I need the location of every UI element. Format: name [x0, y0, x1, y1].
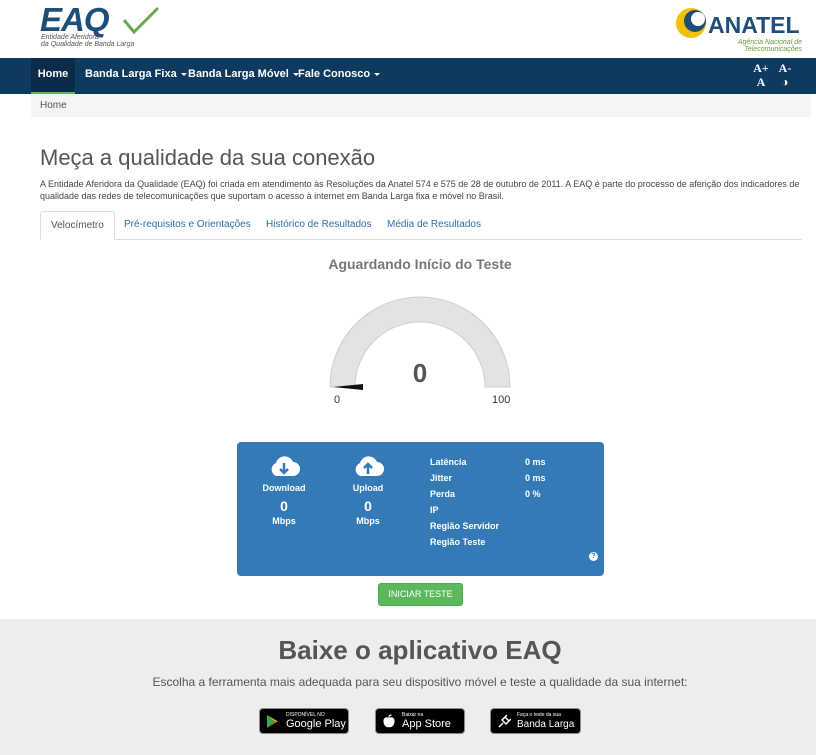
- banda-larga-big-text: Banda Larga: [517, 719, 575, 730]
- download-label: Download: [262, 483, 306, 493]
- app-download-footer: Baixe o aplicativo EAQ Escolha a ferrame…: [0, 619, 816, 755]
- anatel-logo-text: ANATEL: [708, 12, 800, 38]
- nav-banda-larga-movel-label: Banda Larga Móvel: [188, 68, 289, 80]
- stat-perda-value: 0 %: [525, 489, 541, 499]
- footer-title: Baixe o aplicativo EAQ: [278, 635, 562, 665]
- nav-fale-conosco-label: Fale Conosco: [298, 68, 371, 80]
- tab-historico[interactable]: Histórico de Resultados: [256, 211, 382, 240]
- gauge-status: Aguardando Início do Teste: [328, 256, 512, 272]
- stat-latencia-value: 0 ms: [525, 457, 546, 467]
- eaq-logo[interactable]: EAQ Entidade Aferidora da Qualidade de B…: [40, 1, 161, 50]
- stat-jitter-value: 0 ms: [525, 473, 546, 483]
- cloud-upload-icon: [355, 456, 384, 476]
- stat-jitter-label: Jitter: [430, 473, 453, 483]
- anatel-emblem-icon: [676, 8, 706, 38]
- stat-latencia-label: Latência: [430, 457, 467, 467]
- gauge-value: 0: [412, 358, 428, 388]
- anatel-logo-subtitle: Agência Nacional de Telecomunicações: [737, 39, 802, 53]
- plug-icon: [498, 714, 511, 728]
- breadcrumb: Home: [31, 94, 811, 117]
- upload-unit: Mbps: [356, 516, 380, 526]
- tab-media[interactable]: Média de Resultados: [377, 211, 491, 240]
- site-header: EAQ Entidade Aferidora da Qualidade de B…: [0, 0, 816, 58]
- font-size-controls-left: A+ A: [750, 61, 772, 89]
- chevron-down-icon: [180, 72, 187, 76]
- app-store-big-text: App Store: [402, 718, 451, 730]
- nav-banda-larga-fixa-label: Banda Larga Fixa: [85, 68, 177, 80]
- stat-ip-label: IP: [430, 505, 439, 515]
- app-store-badge[interactable]: Baixar na App Store: [375, 708, 465, 734]
- stat-perda-label: Perda: [430, 489, 456, 499]
- nav-banda-larga-movel[interactable]: Banda Larga Móvel: [188, 58, 299, 94]
- tab-pre-requisitos[interactable]: Pré-requisitos e Orientações: [114, 211, 261, 240]
- google-play-big-text: Google Play: [286, 718, 346, 730]
- eaq-logo-subtitle-line2: da Qualidade de Banda Larga: [41, 41, 135, 48]
- nav-home[interactable]: Home: [31, 58, 75, 94]
- tab-velocimetro[interactable]: Velocímetro: [40, 211, 115, 240]
- stat-regiao-servidor-label: Região Servidor: [430, 521, 500, 531]
- start-test-button[interactable]: INICIAR TESTE: [378, 583, 463, 606]
- tab-bar: Velocímetro Pré-requisitos e Orientações…: [40, 211, 802, 240]
- anatel-logo[interactable]: ANATEL Agência Nacional de Telecomunicaç…: [674, 4, 802, 53]
- nav-banda-larga-fixa[interactable]: Banda Larga Fixa: [85, 58, 187, 94]
- google-play-icon: [267, 715, 278, 728]
- font-reset-button[interactable]: A: [750, 75, 772, 89]
- upload-label: Upload: [352, 483, 384, 493]
- footer-subtitle: Escolha a ferramenta mais adequada para …: [152, 675, 688, 689]
- eaq-logo-subtitle-line1: Entidade Aferidora: [41, 34, 99, 41]
- cloud-download-icon: [271, 456, 300, 476]
- eaq-logo-text: EAQ: [40, 1, 110, 38]
- main-navbar: Home Banda Larga Fixa Banda Larga Móvel …: [0, 58, 816, 94]
- page-title: Meça a qualidade da sua conexão: [40, 145, 376, 170]
- contrast-toggle-icon[interactable]: ◑: [774, 75, 796, 89]
- font-decrease-button[interactable]: A-: [774, 61, 796, 75]
- apple-icon: [383, 714, 395, 728]
- gauge-min-label: 0: [334, 394, 341, 406]
- download-unit: Mbps: [272, 516, 296, 526]
- banda-larga-badge[interactable]: Faça o teste da sua Banda Larga: [490, 708, 581, 734]
- nav-fale-conosco[interactable]: Fale Conosco: [298, 58, 381, 94]
- font-increase-button[interactable]: A+: [750, 61, 772, 75]
- eaq-logo-subtitle: Entidade Aferidora da Qualidade de Banda…: [41, 34, 161, 48]
- check-icon: [122, 6, 160, 35]
- help-icon[interactable]: ?: [589, 552, 598, 561]
- gauge-max-label: 100: [492, 394, 511, 406]
- chevron-down-icon: [374, 72, 381, 76]
- upload-value: 0: [364, 498, 372, 514]
- page-intro: A Entidade Aferidora da Qualidade (EAQ) …: [40, 179, 800, 201]
- stat-regiao-teste-label: Região Teste: [430, 537, 486, 547]
- nav-home-label: Home: [37, 68, 69, 80]
- google-play-badge[interactable]: DISPONÍVEL NO Google Play: [259, 708, 349, 734]
- download-value: 0: [280, 498, 288, 514]
- results-panel: Download 0 Mbps Upload 0 Mbps Latência 0…: [237, 442, 604, 576]
- font-size-controls-right: A- ◑: [774, 61, 796, 89]
- breadcrumb-home[interactable]: Home: [40, 100, 67, 111]
